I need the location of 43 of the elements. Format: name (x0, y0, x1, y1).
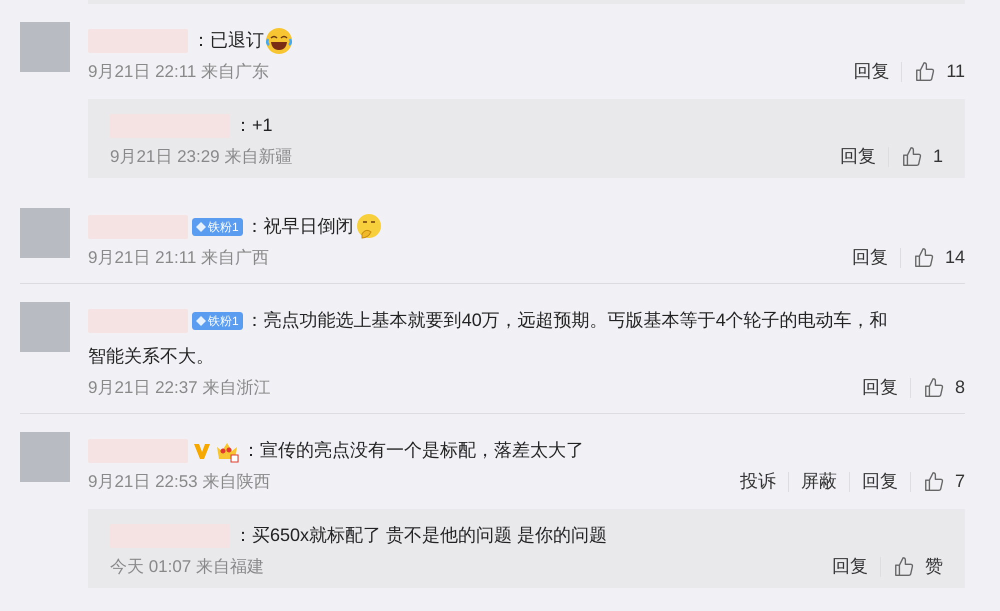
comment-text: ：已退订 (192, 30, 264, 50)
comment-text: ：买650x就标配了 贵不是他的问题 是你的问题 (234, 525, 608, 545)
avatar-placeholder[interactable] (20, 22, 70, 72)
avatar-placeholder[interactable] (20, 432, 70, 482)
fan-badge: 铁粉1 (192, 218, 243, 236)
thumbs-up-icon (900, 146, 923, 168)
comment-text: ：+1 (234, 115, 273, 135)
reply-meta: 今天 01:07 来自福建 (110, 556, 264, 578)
like-button[interactable]: 14 (912, 244, 965, 271)
comment-meta: 9月21日 22:11 来自广东 (88, 60, 270, 83)
comment-meta: 9月21日 22:37 来自浙江 (88, 376, 270, 399)
thumbs-up-icon (912, 246, 935, 268)
like-button[interactable]: 赞 (893, 553, 943, 580)
comment-text: ：宣传的亮点没有一个是标配，落差太大了 (242, 440, 584, 460)
comment-meta: 9月21日 22:53 来自陕西 (88, 470, 270, 493)
action-link[interactable]: 回复 (853, 58, 890, 85)
avatar-placeholder[interactable] (20, 208, 70, 258)
like-button[interactable]: 11 (914, 58, 965, 85)
action-link[interactable]: 回复 (832, 553, 868, 580)
action-link[interactable]: 屏蔽 (800, 468, 837, 495)
action-link[interactable]: 回复 (862, 468, 898, 495)
avatar-placeholder[interactable] (20, 302, 70, 352)
action-link[interactable]: 回复 (862, 374, 898, 401)
action-link[interactable]: 回复 (852, 244, 888, 271)
reply-meta: 9月21日 23:29 来自新疆 (110, 146, 292, 168)
comment-meta: 9月21日 21:11 来自广西 (88, 246, 270, 269)
verified-v-icon (192, 441, 212, 462)
fan-badge: 铁粉1 (192, 312, 243, 330)
like-button[interactable]: 1 (900, 143, 943, 170)
comment-text: ：祝早日倒闭 (246, 216, 354, 236)
thumbs-up-icon (922, 470, 945, 492)
diamond-icon (196, 316, 206, 326)
diamond-icon (196, 222, 206, 232)
action-link[interactable]: 投诉 (740, 468, 776, 495)
laughing-emoji-icon (264, 26, 294, 56)
comment-text: 智能关系不大。 (88, 345, 214, 368)
action-link[interactable]: 回复 (840, 143, 876, 170)
like-button[interactable]: 8 (922, 374, 965, 401)
thumbs-up-icon (893, 556, 915, 578)
like-button[interactable]: 7 (922, 468, 965, 495)
thumbs-up-icon (914, 60, 936, 82)
thumbs-up-icon (922, 376, 945, 398)
comment-text: ：亮点功能选上基本就要到40万，远超预期。丐版基本等于4个轮子的电动车，和 (246, 310, 888, 330)
